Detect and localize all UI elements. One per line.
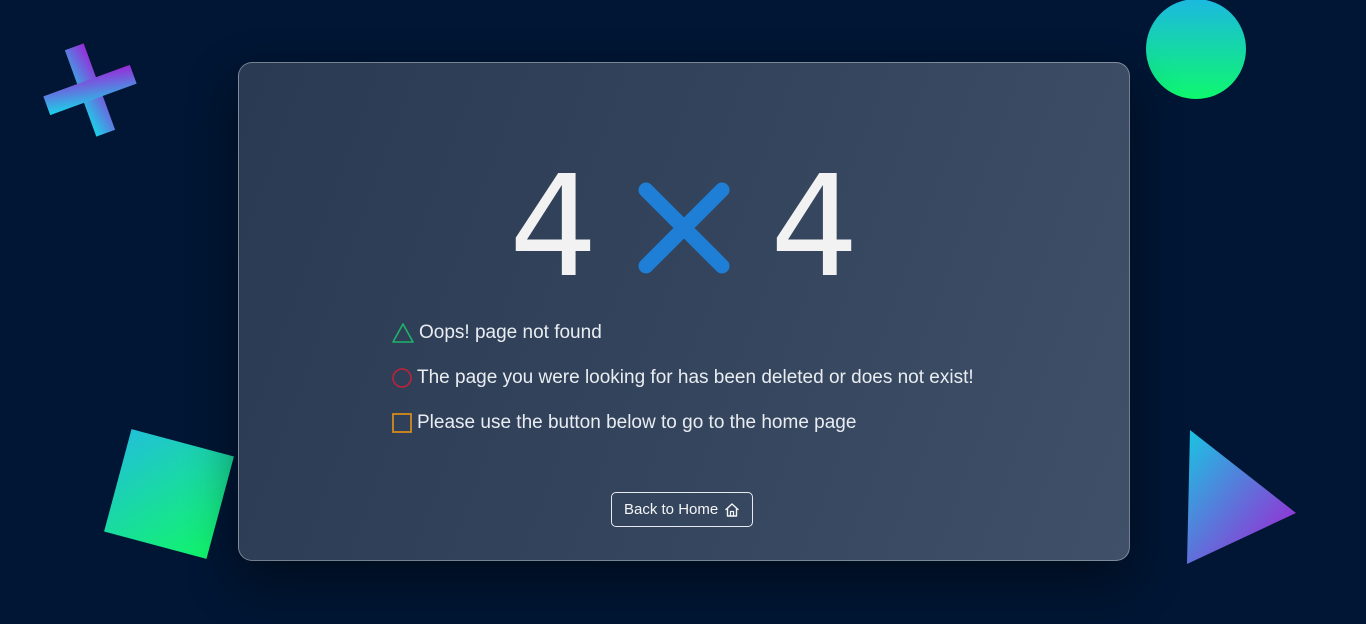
circle-outline-icon [392,368,412,388]
back-to-home-button[interactable]: Back to Home [611,492,754,527]
back-to-home-label: Back to Home [624,501,719,518]
plus-shape-icon [43,43,137,137]
triangle-shape-icon [1187,430,1296,564]
square-shape-icon [104,429,234,559]
error-code: 4 4 [239,158,1129,298]
x-mark-icon [638,182,730,274]
message-list: Oops! page not found The page you were l… [391,321,974,456]
triangle-outline-icon [392,323,414,343]
message-deleted: The page you were looking for has been d… [391,366,974,390]
circle-shape-icon [1146,0,1246,99]
error-digit-right: 4 [770,146,860,309]
message-not-found: Oops! page not found [391,321,974,345]
not-found-page: 4 4 Oops! page not found The page you we… [0,0,1366,624]
error-card: 4 4 Oops! page not found The page you we… [238,62,1130,561]
square-outline-icon [392,413,412,433]
message-text: Oops! page not found [419,322,602,343]
error-digit-left: 4 [508,146,598,309]
message-text: The page you were looking for has been d… [417,367,974,388]
message-go-home: Please use the button below to go to the… [391,411,974,435]
home-icon [725,502,739,517]
message-text: Please use the button below to go to the… [417,412,857,433]
